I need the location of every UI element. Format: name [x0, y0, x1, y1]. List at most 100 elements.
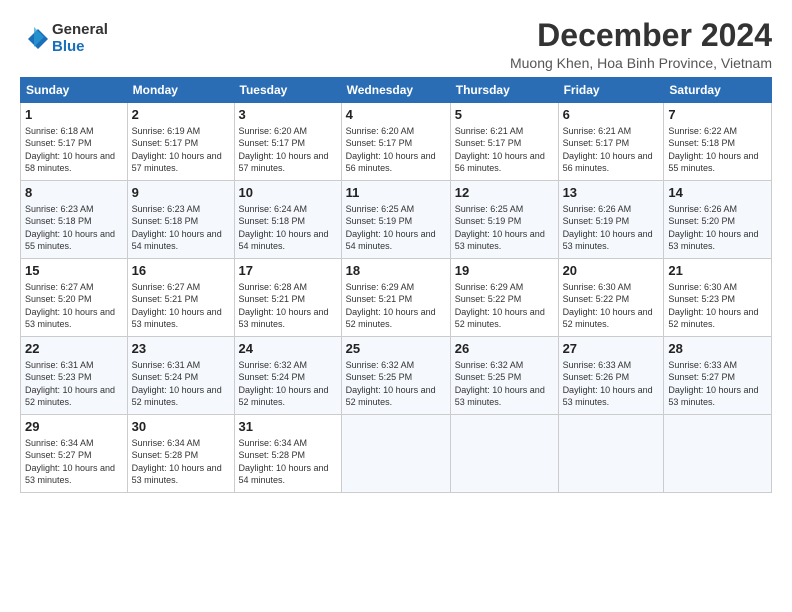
day-info: Sunrise: 6:19 AM Sunset: 5:17 PM Dayligh…: [132, 125, 230, 175]
logo-blue: Blue: [52, 39, 108, 56]
calendar-cell: 22Sunrise: 6:31 AM Sunset: 5:23 PM Dayli…: [21, 337, 128, 415]
day-number: 22: [25, 340, 123, 358]
calendar-cell: 17Sunrise: 6:28 AM Sunset: 5:21 PM Dayli…: [234, 259, 341, 337]
calendar-cell: 10Sunrise: 6:24 AM Sunset: 5:18 PM Dayli…: [234, 181, 341, 259]
day-number: 24: [239, 340, 337, 358]
calendar-cell: [450, 415, 558, 493]
calendar-cell: 31Sunrise: 6:34 AM Sunset: 5:28 PM Dayli…: [234, 415, 341, 493]
day-number: 7: [668, 106, 767, 124]
logo: General Blue: [20, 22, 108, 55]
day-info: Sunrise: 6:26 AM Sunset: 5:20 PM Dayligh…: [668, 203, 767, 253]
day-number: 25: [346, 340, 446, 358]
header-row-days: Sunday Monday Tuesday Wednesday Thursday…: [21, 78, 772, 103]
calendar-cell: 13Sunrise: 6:26 AM Sunset: 5:19 PM Dayli…: [558, 181, 664, 259]
calendar-cell: 2Sunrise: 6:19 AM Sunset: 5:17 PM Daylig…: [127, 103, 234, 181]
day-info: Sunrise: 6:24 AM Sunset: 5:18 PM Dayligh…: [239, 203, 337, 253]
day-info: Sunrise: 6:22 AM Sunset: 5:18 PM Dayligh…: [668, 125, 767, 175]
day-info: Sunrise: 6:21 AM Sunset: 5:17 PM Dayligh…: [455, 125, 554, 175]
page-container: General Blue December 2024 Muong Khen, H…: [0, 0, 792, 503]
calendar-week-2: 8Sunrise: 6:23 AM Sunset: 5:18 PM Daylig…: [21, 181, 772, 259]
calendar-cell: [664, 415, 772, 493]
calendar-week-4: 22Sunrise: 6:31 AM Sunset: 5:23 PM Dayli…: [21, 337, 772, 415]
day-number: 21: [668, 262, 767, 280]
day-info: Sunrise: 6:30 AM Sunset: 5:22 PM Dayligh…: [563, 281, 660, 331]
day-info: Sunrise: 6:29 AM Sunset: 5:21 PM Dayligh…: [346, 281, 446, 331]
logo-icon: [20, 25, 48, 53]
header-row: General Blue December 2024 Muong Khen, H…: [20, 18, 772, 71]
header-saturday: Saturday: [664, 78, 772, 103]
day-number: 30: [132, 418, 230, 436]
day-info: Sunrise: 6:18 AM Sunset: 5:17 PM Dayligh…: [25, 125, 123, 175]
day-number: 4: [346, 106, 446, 124]
calendar-cell: [558, 415, 664, 493]
calendar-cell: 5Sunrise: 6:21 AM Sunset: 5:17 PM Daylig…: [450, 103, 558, 181]
day-number: 3: [239, 106, 337, 124]
calendar-cell: 20Sunrise: 6:30 AM Sunset: 5:22 PM Dayli…: [558, 259, 664, 337]
calendar-cell: 1Sunrise: 6:18 AM Sunset: 5:17 PM Daylig…: [21, 103, 128, 181]
day-number: 1: [25, 106, 123, 124]
day-info: Sunrise: 6:34 AM Sunset: 5:28 PM Dayligh…: [239, 437, 337, 487]
day-info: Sunrise: 6:32 AM Sunset: 5:25 PM Dayligh…: [346, 359, 446, 409]
day-number: 28: [668, 340, 767, 358]
calendar-cell: 24Sunrise: 6:32 AM Sunset: 5:24 PM Dayli…: [234, 337, 341, 415]
calendar-week-5: 29Sunrise: 6:34 AM Sunset: 5:27 PM Dayli…: [21, 415, 772, 493]
calendar-cell: 8Sunrise: 6:23 AM Sunset: 5:18 PM Daylig…: [21, 181, 128, 259]
calendar-cell: 27Sunrise: 6:33 AM Sunset: 5:26 PM Dayli…: [558, 337, 664, 415]
day-number: 10: [239, 184, 337, 202]
day-info: Sunrise: 6:34 AM Sunset: 5:27 PM Dayligh…: [25, 437, 123, 487]
day-number: 2: [132, 106, 230, 124]
calendar-week-3: 15Sunrise: 6:27 AM Sunset: 5:20 PM Dayli…: [21, 259, 772, 337]
calendar-cell: 29Sunrise: 6:34 AM Sunset: 5:27 PM Dayli…: [21, 415, 128, 493]
day-info: Sunrise: 6:29 AM Sunset: 5:22 PM Dayligh…: [455, 281, 554, 331]
header-wednesday: Wednesday: [341, 78, 450, 103]
day-info: Sunrise: 6:23 AM Sunset: 5:18 PM Dayligh…: [132, 203, 230, 253]
calendar-cell: 28Sunrise: 6:33 AM Sunset: 5:27 PM Dayli…: [664, 337, 772, 415]
day-info: Sunrise: 6:31 AM Sunset: 5:24 PM Dayligh…: [132, 359, 230, 409]
header-monday: Monday: [127, 78, 234, 103]
day-info: Sunrise: 6:33 AM Sunset: 5:27 PM Dayligh…: [668, 359, 767, 409]
day-info: Sunrise: 6:27 AM Sunset: 5:21 PM Dayligh…: [132, 281, 230, 331]
calendar-cell: 11Sunrise: 6:25 AM Sunset: 5:19 PM Dayli…: [341, 181, 450, 259]
header-thursday: Thursday: [450, 78, 558, 103]
month-title: December 2024: [510, 18, 772, 53]
calendar-cell: 14Sunrise: 6:26 AM Sunset: 5:20 PM Dayli…: [664, 181, 772, 259]
day-number: 27: [563, 340, 660, 358]
calendar-week-1: 1Sunrise: 6:18 AM Sunset: 5:17 PM Daylig…: [21, 103, 772, 181]
calendar-cell: 21Sunrise: 6:30 AM Sunset: 5:23 PM Dayli…: [664, 259, 772, 337]
day-info: Sunrise: 6:23 AM Sunset: 5:18 PM Dayligh…: [25, 203, 123, 253]
day-info: Sunrise: 6:26 AM Sunset: 5:19 PM Dayligh…: [563, 203, 660, 253]
calendar-cell: 12Sunrise: 6:25 AM Sunset: 5:19 PM Dayli…: [450, 181, 558, 259]
day-number: 23: [132, 340, 230, 358]
day-info: Sunrise: 6:33 AM Sunset: 5:26 PM Dayligh…: [563, 359, 660, 409]
day-info: Sunrise: 6:30 AM Sunset: 5:23 PM Dayligh…: [668, 281, 767, 331]
day-number: 6: [563, 106, 660, 124]
day-number: 26: [455, 340, 554, 358]
logo-general: General: [52, 22, 108, 39]
title-block: December 2024 Muong Khen, Hoa Binh Provi…: [510, 18, 772, 71]
header-tuesday: Tuesday: [234, 78, 341, 103]
day-number: 15: [25, 262, 123, 280]
day-number: 29: [25, 418, 123, 436]
calendar-cell: 9Sunrise: 6:23 AM Sunset: 5:18 PM Daylig…: [127, 181, 234, 259]
day-number: 17: [239, 262, 337, 280]
calendar-cell: [341, 415, 450, 493]
day-number: 12: [455, 184, 554, 202]
day-number: 19: [455, 262, 554, 280]
day-number: 5: [455, 106, 554, 124]
calendar-table: Sunday Monday Tuesday Wednesday Thursday…: [20, 77, 772, 493]
day-info: Sunrise: 6:20 AM Sunset: 5:17 PM Dayligh…: [239, 125, 337, 175]
header-friday: Friday: [558, 78, 664, 103]
day-info: Sunrise: 6:27 AM Sunset: 5:20 PM Dayligh…: [25, 281, 123, 331]
calendar-cell: 3Sunrise: 6:20 AM Sunset: 5:17 PM Daylig…: [234, 103, 341, 181]
calendar-cell: 19Sunrise: 6:29 AM Sunset: 5:22 PM Dayli…: [450, 259, 558, 337]
calendar-cell: 15Sunrise: 6:27 AM Sunset: 5:20 PM Dayli…: [21, 259, 128, 337]
calendar-cell: 4Sunrise: 6:20 AM Sunset: 5:17 PM Daylig…: [341, 103, 450, 181]
calendar-cell: 25Sunrise: 6:32 AM Sunset: 5:25 PM Dayli…: [341, 337, 450, 415]
calendar-cell: 16Sunrise: 6:27 AM Sunset: 5:21 PM Dayli…: [127, 259, 234, 337]
day-number: 8: [25, 184, 123, 202]
day-info: Sunrise: 6:20 AM Sunset: 5:17 PM Dayligh…: [346, 125, 446, 175]
day-number: 11: [346, 184, 446, 202]
day-number: 14: [668, 184, 767, 202]
day-number: 31: [239, 418, 337, 436]
header-sunday: Sunday: [21, 78, 128, 103]
